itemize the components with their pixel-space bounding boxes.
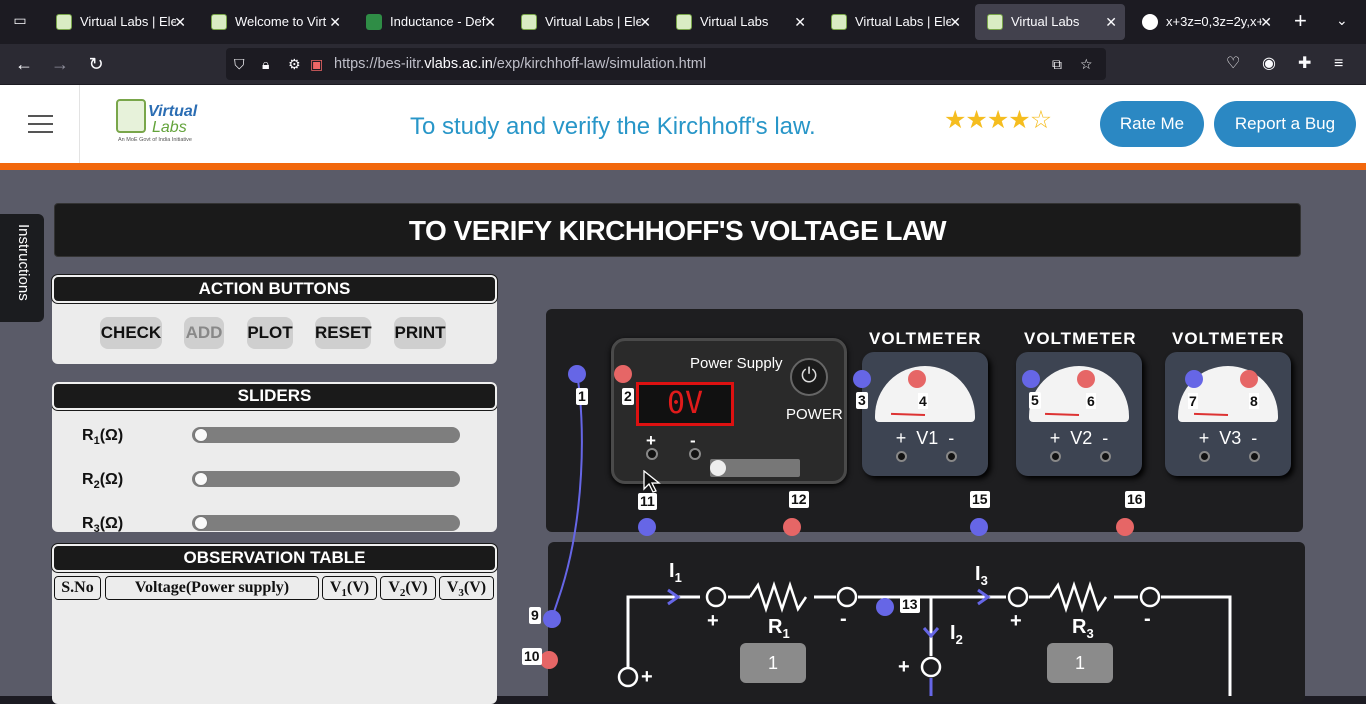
r3-label-circuit: R3 bbox=[1072, 616, 1094, 641]
r3-resistor-symbol bbox=[1048, 581, 1108, 613]
r1-value-box: 1 bbox=[740, 643, 806, 683]
i1-label: I1 bbox=[669, 560, 682, 585]
terminal-13[interactable] bbox=[876, 598, 894, 616]
terminal-5[interactable] bbox=[1022, 370, 1040, 388]
mouse-cursor-icon bbox=[643, 470, 661, 493]
instructions-tab[interactable]: Instructions bbox=[0, 214, 44, 322]
terminal-4[interactable] bbox=[908, 370, 926, 388]
terminal-2[interactable] bbox=[614, 365, 632, 383]
terminal-7[interactable] bbox=[1185, 370, 1203, 388]
terminal-16[interactable] bbox=[1116, 518, 1134, 536]
r1-resistor-symbol bbox=[748, 581, 808, 613]
terminal-6[interactable] bbox=[1077, 370, 1095, 388]
r1-label-circuit: R1 bbox=[768, 616, 790, 641]
i3-label: I3 bbox=[975, 563, 988, 588]
terminal-1[interactable] bbox=[568, 365, 586, 383]
terminal-8[interactable] bbox=[1240, 370, 1258, 388]
r3-value-box: 1 bbox=[1047, 643, 1113, 683]
connected-wire[interactable] bbox=[551, 373, 583, 619]
terminal-9[interactable] bbox=[543, 610, 561, 628]
i2-label: I2 bbox=[950, 622, 963, 647]
terminal-15[interactable] bbox=[970, 518, 988, 536]
terminal-10[interactable] bbox=[540, 651, 558, 669]
terminal-3[interactable] bbox=[853, 370, 871, 388]
terminal-12[interactable] bbox=[783, 518, 801, 536]
terminal-11[interactable] bbox=[638, 518, 656, 536]
circuit-wiring bbox=[551, 373, 1232, 696]
